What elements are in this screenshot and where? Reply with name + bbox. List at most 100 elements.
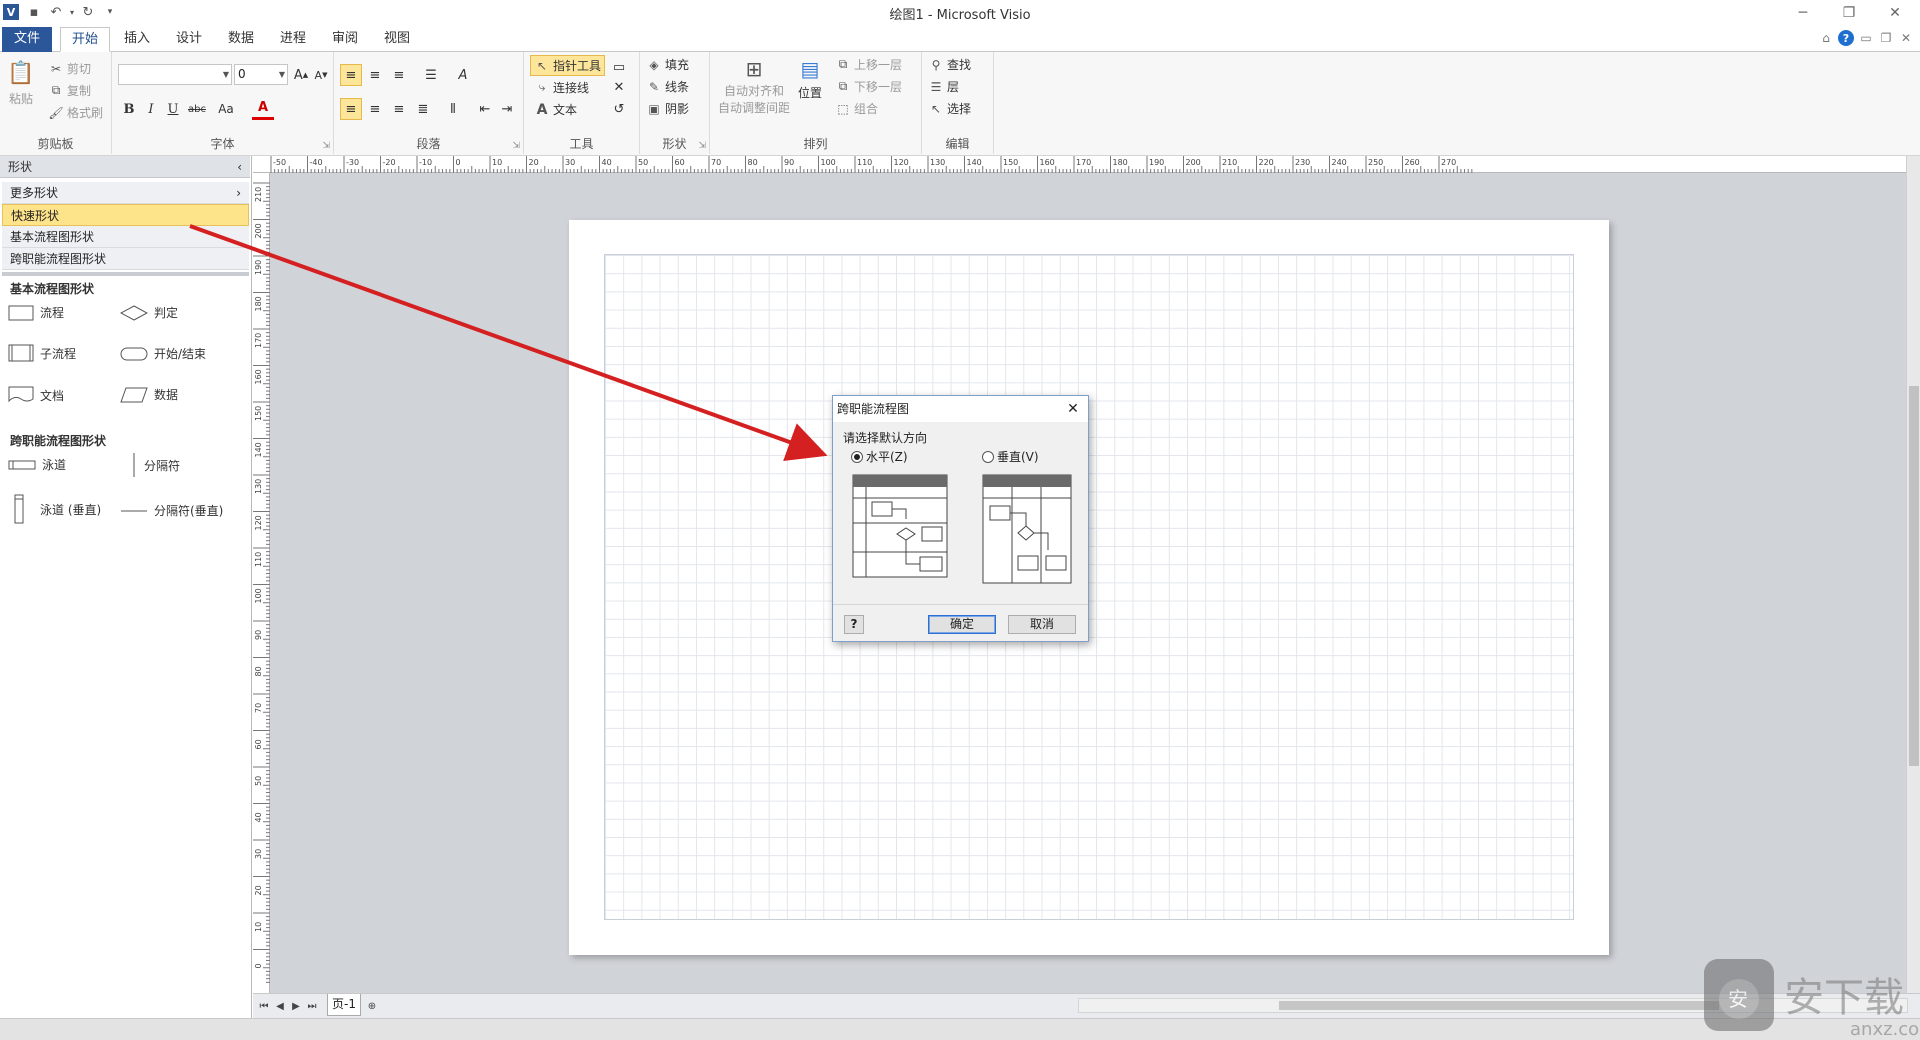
pointer-tool-button[interactable]: ↖ 指针工具 [530, 55, 606, 76]
page-tab[interactable]: 页-1 [327, 994, 361, 1016]
vertical-scrollbar[interactable] [1906, 156, 1920, 993]
align-right-icon[interactable]: ≡ [388, 98, 410, 120]
help-button[interactable]: ? [844, 615, 864, 634]
stencil-basic-flowchart[interactable]: 基本流程图形状 [2, 226, 249, 248]
vertical-layout-preview[interactable] [982, 474, 1072, 584]
group-button[interactable]: ⬚ 组合 [835, 100, 878, 117]
shape-swimlane-vertical[interactable]: 泳道 (垂直) [14, 494, 101, 524]
drawing-page[interactable] [569, 220, 1609, 955]
cancel-button[interactable]: 取消 [1008, 615, 1076, 634]
stencil-cross-functional[interactable]: 跨职能流程图形状 [2, 248, 249, 270]
shape-subprocess[interactable]: 子流程 [8, 344, 76, 362]
decrease-indent-icon[interactable]: ⇤ [474, 98, 496, 120]
horizontal-ruler[interactable]: -50 -40 -30 -20 -10 0 10 20 30 40 50 60 70 80 90 100 110… [253, 156, 1906, 173]
tab-data[interactable]: 数据 [218, 27, 264, 52]
select-button[interactable]: ↖ 选择 [928, 100, 971, 117]
align-top-icon[interactable]: ≡ [340, 64, 362, 86]
change-case-button[interactable]: Aa [212, 98, 240, 120]
line-button[interactable]: ✎ 线条 [646, 78, 689, 95]
shape-document[interactable]: 文档 [8, 386, 64, 404]
dialog-close-icon[interactable]: ✕ [1064, 400, 1082, 418]
paste-button[interactable]: 📋 粘贴 [7, 58, 34, 107]
stencil-quick-shapes[interactable]: 快速形状 [2, 204, 249, 226]
collapse-panel-icon[interactable]: ‹ [237, 156, 242, 178]
dialog-launcher-icon[interactable]: ⇲ [322, 141, 330, 151]
collapse-ribbon-icon[interactable]: ⌂ [1816, 29, 1836, 47]
italic-button[interactable]: I [140, 98, 162, 120]
horizontal-scroll-thumb[interactable] [1279, 1001, 1719, 1010]
shape-separator[interactable]: 分隔符 [130, 452, 180, 478]
find-button[interactable]: ⚲ 查找 [928, 56, 971, 73]
font-color-icon[interactable]: A [252, 98, 274, 120]
shrink-font-icon[interactable]: A ▼ [310, 64, 332, 86]
font-size-combo[interactable]: 0 ▼ [234, 64, 288, 85]
doc-close-icon[interactable]: ✕ [1896, 29, 1916, 47]
text-rotate-icon[interactable]: A [452, 64, 474, 86]
stencil-more-shapes[interactable]: 更多形状 › [2, 182, 249, 204]
increase-indent-icon[interactable]: ⇥ [496, 98, 518, 120]
copy-button[interactable]: ⧉ 复制 [48, 82, 91, 99]
shadow-button[interactable]: ▣ 阴影 [646, 100, 689, 117]
ok-button[interactable]: 确定 [928, 615, 996, 634]
radio-vertical[interactable]: 垂直(V) [982, 448, 1039, 465]
send-backward-button[interactable]: ⧉ 下移一层 [835, 78, 902, 95]
grow-font-icon[interactable]: A ▲ [290, 64, 312, 86]
shape-data[interactable]: 数据 [120, 386, 178, 403]
text-block-icon[interactable]: ↺ [608, 98, 630, 120]
align-middle-icon[interactable]: ≡ [364, 64, 386, 86]
font-name-combo[interactable]: ▼ [118, 64, 232, 85]
align-bottom-icon[interactable]: ≡ [388, 64, 410, 86]
tab-insert[interactable]: 插入 [114, 27, 160, 52]
close-window-icon[interactable]: ✕ [1872, 0, 1918, 25]
align-left-icon[interactable]: ≡ [340, 98, 362, 120]
prev-page-icon[interactable]: ◀ [273, 998, 287, 1014]
restore-icon[interactable]: ❐ [1826, 0, 1872, 25]
underline-button[interactable]: U [162, 98, 184, 120]
cut-button[interactable]: ✂ 剪切 [48, 60, 91, 77]
shape-start-end[interactable]: 开始/结束 [120, 345, 206, 362]
tab-view[interactable]: 视图 [374, 27, 420, 52]
panel-splitter[interactable] [2, 272, 249, 276]
strikethrough-button[interactable]: abc [186, 98, 208, 120]
shape-label: 判定 [154, 306, 179, 320]
section-title: 基本流程图形状 [10, 282, 95, 296]
last-page-icon[interactable]: ⏭ [305, 998, 319, 1014]
layers-button[interactable]: ☰ 层 [928, 78, 959, 95]
tab-home[interactable]: 开始 [60, 27, 110, 52]
tab-process[interactable]: 进程 [270, 27, 316, 52]
rectangle-tool-icon[interactable]: ▭ [608, 56, 630, 78]
bring-forward-button[interactable]: ⧉ 上移一层 [835, 56, 902, 73]
text-direction-icon[interactable]: ⫴ [442, 98, 464, 120]
connector-button[interactable]: ⤷ 连接线 [534, 79, 589, 96]
doc-restore-icon[interactable]: ❐ [1876, 29, 1896, 47]
first-page-icon[interactable]: ⏮ [257, 998, 271, 1014]
help-button[interactable]: ? [1836, 29, 1856, 47]
vertical-scroll-thumb[interactable] [1909, 386, 1919, 766]
radio-horizontal[interactable]: 水平(Z) [851, 448, 908, 465]
fill-button[interactable]: ◈ 填充 [646, 56, 689, 73]
dialog-launcher-icon[interactable]: ⇲ [698, 141, 706, 151]
tab-file[interactable]: 文件 [2, 27, 52, 52]
text-tool-button[interactable]: A 文本 [534, 101, 577, 118]
tab-design[interactable]: 设计 [166, 27, 212, 52]
format-painter-button[interactable]: 🖌 格式刷 [48, 104, 103, 121]
shape-process[interactable]: 流程 [8, 304, 64, 321]
shape-decision[interactable]: 判定 [120, 304, 178, 321]
connection-point-icon[interactable]: ✕ [608, 76, 630, 98]
minimize-icon[interactable]: ─ [1780, 0, 1826, 25]
tab-review[interactable]: 审阅 [322, 27, 368, 52]
justify-icon[interactable]: ≣ [412, 98, 434, 120]
dialog-launcher-icon[interactable]: ⇲ [512, 141, 520, 151]
bold-button[interactable]: B [118, 98, 140, 120]
insert-page-icon[interactable]: ⊕ [365, 998, 379, 1014]
next-page-icon[interactable]: ▶ [289, 998, 303, 1014]
auto-align-button[interactable]: ⊞ 自动对齐和 自动调整间距 [718, 56, 790, 116]
shape-swimlane[interactable]: 泳道 [8, 456, 66, 473]
align-center-icon[interactable]: ≡ [364, 98, 386, 120]
position-button[interactable]: ▤ 位置 [798, 56, 822, 101]
shape-separator-vertical[interactable]: 分隔符(垂直) [120, 502, 223, 519]
doc-minimize-icon[interactable]: ▭ [1856, 29, 1876, 47]
vertical-ruler[interactable]: 210 200 190 180 170 160 150 140 130 120 110 100 90 80… [253, 173, 270, 993]
bullets-icon[interactable]: ☰ [420, 64, 442, 86]
horizontal-layout-preview[interactable] [852, 474, 948, 578]
